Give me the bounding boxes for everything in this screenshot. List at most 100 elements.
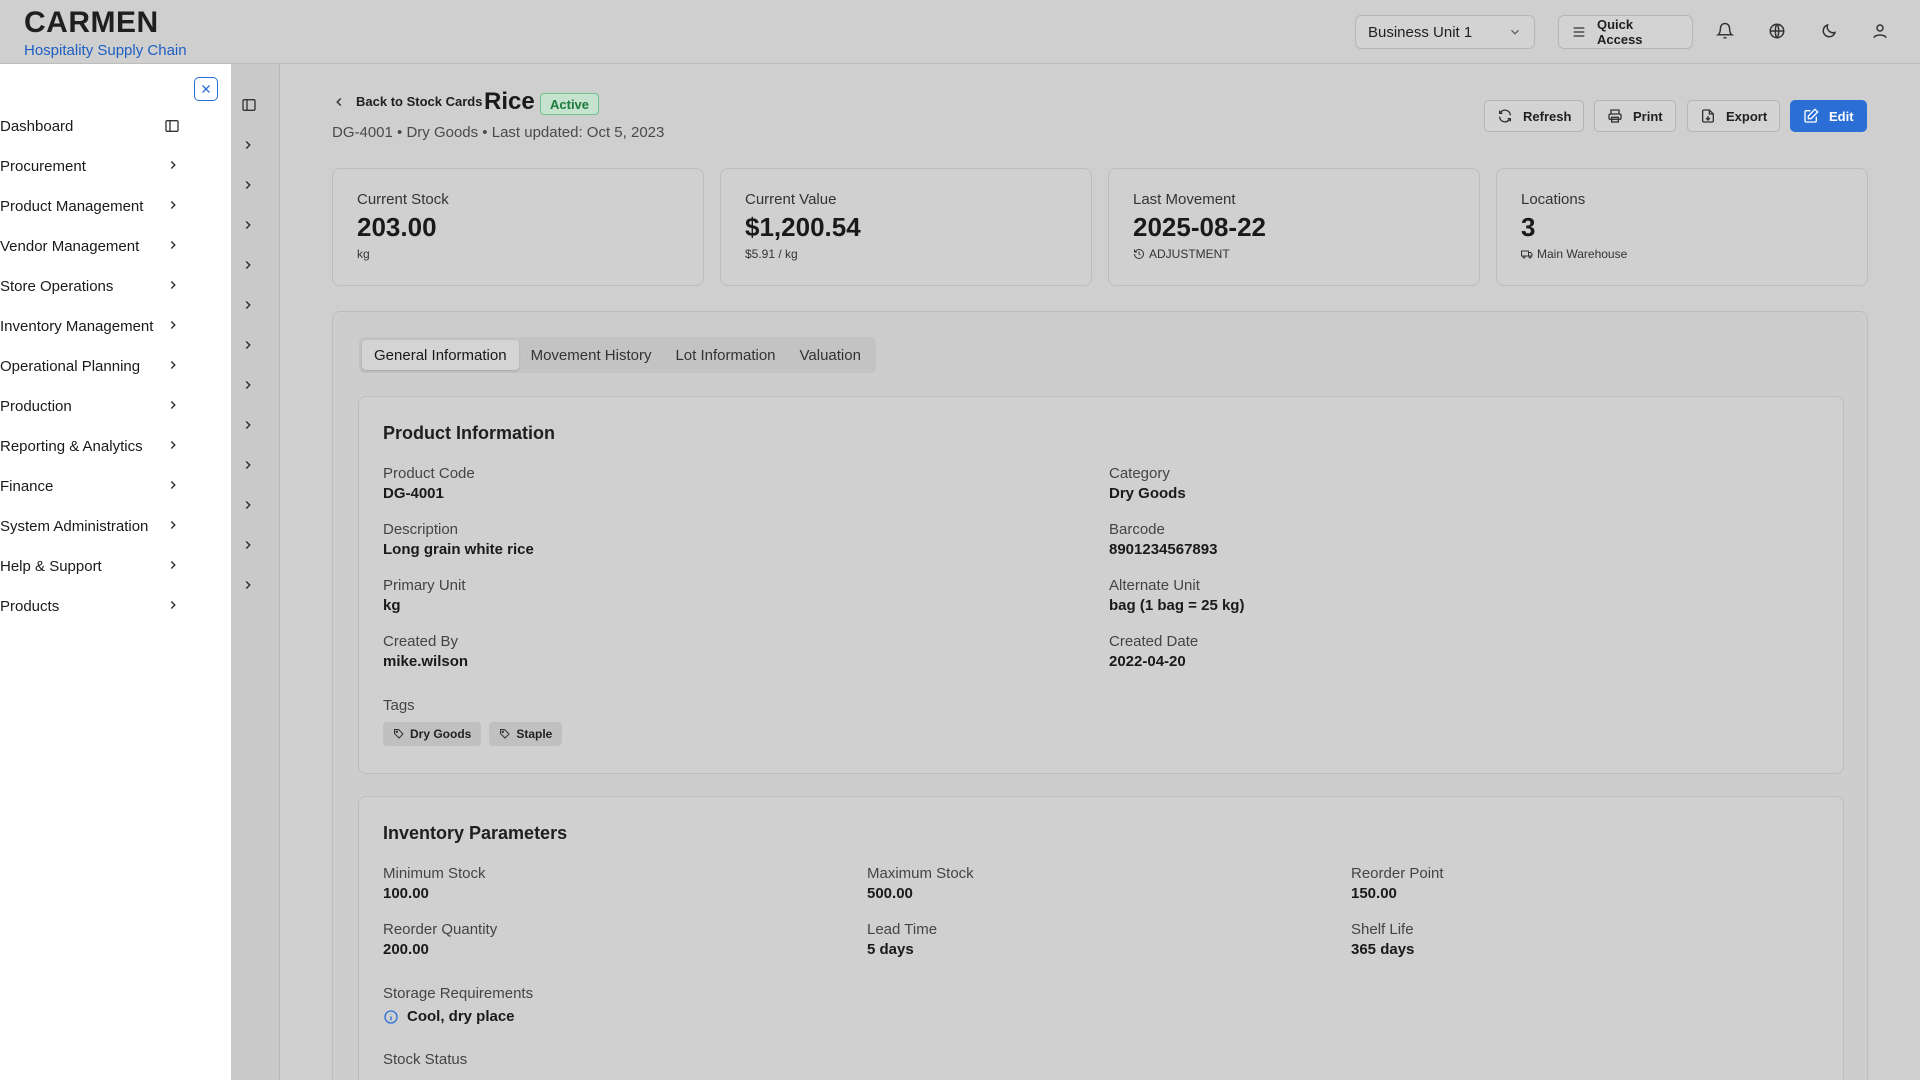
field-value: 150.00: [1351, 885, 1397, 902]
chevron-right-icon[interactable]: [241, 378, 255, 392]
field-storage-requirements: Storage Requirements Cool, dry place: [383, 985, 533, 1025]
edit-label: Edit: [1829, 108, 1854, 124]
brand-title: CARMEN: [24, 6, 159, 39]
chevron-down-icon: [1508, 25, 1522, 39]
chevron-right-icon[interactable]: [241, 138, 255, 152]
sidebar-item-finance[interactable]: Finance: [0, 466, 210, 506]
field-lead-time: Lead Time 5 days: [867, 921, 937, 958]
sidebar-item-products[interactable]: Products: [0, 586, 210, 626]
sidebar-item-label: Reporting & Analytics: [0, 437, 143, 455]
print-button[interactable]: Print: [1594, 100, 1676, 132]
sidebar-item-label: Operational Planning: [0, 357, 141, 375]
tab-list: General Information Movement History Lot…: [359, 337, 876, 373]
sidebar-item-help-support[interactable]: Help & Support: [0, 546, 210, 586]
chevron-right-icon[interactable]: [241, 338, 255, 352]
section-title: Inventory Parameters: [383, 823, 568, 843]
refresh-label: Refresh: [1523, 108, 1572, 124]
field-label: Created Date: [1109, 633, 1199, 650]
edit-button[interactable]: Edit: [1790, 100, 1867, 132]
chevron-right-icon: [166, 518, 180, 532]
panel-collapse-icon[interactable]: [241, 97, 257, 113]
tag-label: Staple: [516, 727, 553, 741]
stat-label: Current Stock: [357, 191, 449, 208]
sidebar-item-reporting-analytics[interactable]: Reporting & Analytics: [0, 426, 210, 466]
bell-icon[interactable]: [1716, 22, 1736, 42]
tab-general-information[interactable]: General Information: [362, 340, 519, 370]
export-button[interactable]: Export: [1687, 100, 1781, 132]
stat-label: Locations: [1521, 191, 1586, 208]
menu-icon: [1571, 24, 1587, 40]
quick-access-button[interactable]: Quick Access: [1558, 15, 1693, 49]
field-tags: Tags Dry Goods Staple: [383, 697, 570, 746]
stat-value: 203.00: [357, 212, 437, 242]
field-stock-status: Stock Status: [383, 1051, 467, 1068]
tag-icon: [499, 728, 511, 740]
field-value: DG-4001: [383, 485, 444, 502]
chevron-right-icon[interactable]: [241, 418, 255, 432]
tab-movement-history[interactable]: Movement History: [519, 340, 664, 370]
chevron-right-icon[interactable]: [241, 538, 255, 552]
field-reorder-point: Reorder Point 150.00: [1351, 865, 1444, 902]
chevron-right-icon: [166, 438, 180, 452]
chevron-right-icon[interactable]: [241, 298, 255, 312]
globe-icon[interactable]: [1768, 22, 1788, 42]
sidebar-item-dashboard[interactable]: Dashboard: [0, 106, 210, 146]
back-to-stock-cards-link[interactable]: Back to Stock Cards: [332, 94, 482, 109]
stat-value: 3: [1521, 212, 1536, 242]
tab-lot-information[interactable]: Lot Information: [663, 340, 787, 370]
sidebar-item-label: Products: [0, 597, 60, 615]
print-label: Print: [1633, 108, 1663, 124]
field-label: Tags: [383, 697, 415, 714]
chevron-right-icon: [166, 198, 180, 212]
chevron-right-icon: [166, 478, 180, 492]
sidebar-item-vendor-management[interactable]: Vendor Management: [0, 226, 210, 266]
field-label: Category: [1109, 465, 1170, 482]
field-label: Reorder Point: [1351, 865, 1444, 882]
page-title: Rice: [484, 88, 535, 115]
chevron-right-icon[interactable]: [241, 578, 255, 592]
sidebar-item-product-management[interactable]: Product Management: [0, 186, 210, 226]
field-value: 5 days: [867, 941, 914, 958]
business-unit-select[interactable]: Business Unit 1: [1355, 15, 1535, 49]
field-label: Storage Requirements: [383, 985, 534, 1002]
refresh-icon: [1497, 108, 1513, 124]
close-sidebar-button[interactable]: [194, 77, 218, 101]
chevron-right-icon: [166, 158, 180, 172]
close-icon: [200, 83, 212, 95]
tab-valuation[interactable]: Valuation: [788, 340, 873, 370]
chevron-right-icon[interactable]: [241, 458, 255, 472]
field-value: 500.00: [867, 885, 913, 902]
sidebar-rail: [231, 64, 280, 1080]
stat-card-last-movement: Last Movement 2025-08-22 ADJUSTMENT: [1108, 168, 1480, 286]
field-label: Minimum Stock: [383, 865, 486, 882]
status-badge: Active: [540, 93, 600, 115]
sidebar-item-label: Production: [0, 397, 72, 415]
chevron-right-icon[interactable]: [241, 178, 255, 192]
sidebar-item-store-operations[interactable]: Store Operations: [0, 266, 210, 306]
stat-sub: kg: [357, 247, 370, 261]
chevron-right-icon[interactable]: [241, 258, 255, 272]
chevron-right-icon: [166, 598, 180, 612]
chevron-right-icon[interactable]: [241, 498, 255, 512]
sidebar-item-label: Dashboard: [0, 117, 74, 135]
chevron-right-icon: [166, 318, 180, 332]
moon-icon[interactable]: [1820, 22, 1840, 42]
sidebar-item-label: Help & Support: [0, 557, 102, 575]
brand[interactable]: CARMEN Hospitality Supply Chain: [24, 6, 187, 59]
field-category: Category Dry Goods: [1109, 465, 1186, 502]
refresh-button[interactable]: Refresh: [1484, 100, 1585, 132]
tag-chip: Staple: [489, 722, 563, 746]
sidebar-item-system-administration[interactable]: System Administration: [0, 506, 210, 546]
field-value: 200.00: [383, 941, 429, 958]
stat-value: $1,200.54: [745, 212, 861, 242]
stat-value: 2025-08-22: [1133, 212, 1266, 242]
user-icon[interactable]: [1871, 22, 1891, 42]
stat-sub: Main Warehouse: [1537, 247, 1628, 261]
sidebar-item-procurement[interactable]: Procurement: [0, 146, 210, 186]
chevron-right-icon[interactable]: [241, 218, 255, 232]
brand-subtitle: Hospitality Supply Chain: [24, 42, 187, 59]
field-primary-unit: Primary Unit kg: [383, 577, 466, 614]
sidebar-item-inventory-management[interactable]: Inventory Management: [0, 306, 210, 346]
sidebar-item-production[interactable]: Production: [0, 386, 210, 426]
sidebar-item-operational-planning[interactable]: Operational Planning: [0, 346, 210, 386]
